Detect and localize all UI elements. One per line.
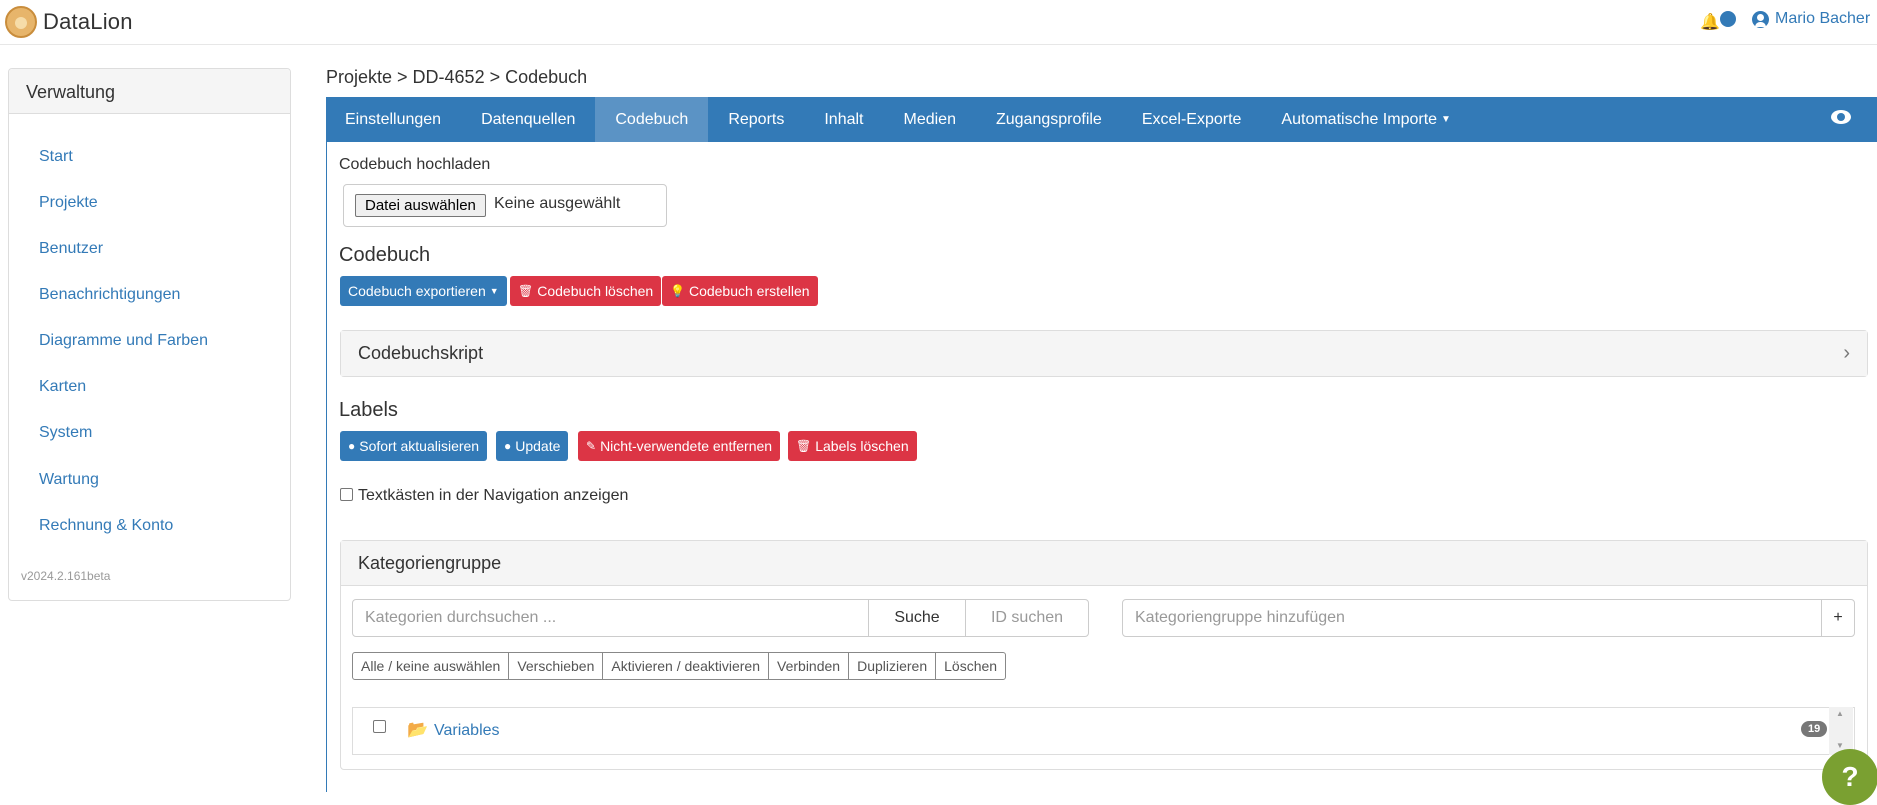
category-action-group: Alle / keine auswählen Verschieben Aktiv…	[352, 652, 1007, 680]
breadcrumb: Projekte > DD-4652 > Codebuch	[326, 67, 588, 87]
sidebar-item-start[interactable]: Start	[39, 148, 73, 166]
top-bar: DataLion 🔔 Mario Bacher ▼	[0, 0, 1877, 45]
user-name: Mario Bacher	[1775, 10, 1871, 27]
codebuchskript-title: Codebuchskript	[358, 343, 484, 363]
scroll-down-icon[interactable]: ▼	[1836, 741, 1844, 750]
codebuch-create-label: Codebuch erstellen	[688, 283, 810, 299]
lion-logo-icon	[5, 6, 37, 38]
sidebar-item-benachrichtigungen[interactable]: Benachrichtigungen	[39, 286, 180, 304]
choose-file-button[interactable]: Datei auswählen	[355, 194, 486, 217]
labels-remove-unused-button[interactable]: ✎ Nicht-verwendete entfernen	[578, 431, 781, 461]
labels-delete-button[interactable]: 🗑 Labels löschen	[788, 431, 917, 461]
codebuch-create-button[interactable]: 💡 Codebuch erstellen	[662, 276, 818, 306]
duplicate-button[interactable]: Duplizieren	[848, 652, 937, 680]
scroll-up-icon[interactable]: ▲	[1836, 709, 1844, 718]
sidebar-item-wartung[interactable]: Wartung	[39, 471, 99, 489]
labels-refresh-now-button[interactable]: ● Sofort aktualisieren	[340, 431, 488, 461]
merge-button[interactable]: Verbinden	[768, 652, 850, 680]
upload-label: Codebuch hochladen	[339, 156, 491, 173]
move-button[interactable]: Verschieben	[508, 652, 604, 680]
labels-delete-label: Labels löschen	[815, 438, 909, 454]
select-all-button[interactable]: Alle / keine auswählen	[352, 652, 510, 680]
caret-down-icon: ▼	[489, 286, 499, 296]
codebuch-export-label: Codebuch exportieren	[348, 283, 486, 299]
main-content: Codebuch hochladen Datei auswählen Keine…	[326, 142, 1877, 792]
notification-dot-icon[interactable]	[1720, 11, 1736, 27]
tag-icon: ●	[348, 439, 356, 453]
add-category-group-input[interactable]: Kategoriengruppe hinzufügen	[1122, 599, 1822, 637]
search-button[interactable]: Suche	[868, 599, 966, 637]
user-menu[interactable]: Mario Bacher ▼	[1752, 10, 1877, 28]
tab-medien[interactable]: Medien	[884, 97, 976, 142]
row-scrollbar[interactable]: ▲ ▼	[1829, 707, 1853, 755]
tab-automatische-importe[interactable]: Automatische Importe ▼	[1261, 97, 1471, 142]
toggle-active-button[interactable]: Aktivieren / deaktivieren	[602, 652, 770, 680]
chevron-right-icon: ›	[1843, 342, 1850, 364]
sidebar-item-system[interactable]: System	[39, 424, 92, 442]
textbox-nav-label: Textkästen in der Navigation anzeigen	[358, 487, 629, 504]
tab-inhalt[interactable]: Inhalt	[804, 97, 883, 142]
add-category-group-button[interactable]: +	[1821, 599, 1855, 637]
category-search-input[interactable]: Kategorien durchsuchen ...	[352, 599, 869, 637]
sidebar-item-projekte[interactable]: Projekte	[39, 194, 98, 212]
sidebar: Verwaltung Start Projekte Benutzer Benac…	[8, 68, 291, 601]
id-search-button[interactable]: ID suchen	[965, 599, 1089, 637]
tab-einstellungen[interactable]: Einstellungen	[326, 97, 461, 142]
project-tabs: Einstellungen Datenquellen Codebuch Repo…	[326, 97, 1877, 142]
bell-icon[interactable]: 🔔	[1700, 12, 1720, 32]
help-button[interactable]: ?	[1822, 749, 1877, 805]
trash-icon: 🗑	[518, 284, 534, 298]
file-status: Keine ausgewählt	[494, 195, 621, 212]
labels-update-button[interactable]: ● Update	[496, 431, 569, 461]
codebuch-delete-label: Codebuch löschen	[537, 283, 654, 299]
labels-heading: Labels	[339, 399, 398, 421]
tab-codebuch[interactable]: Codebuch	[595, 97, 709, 142]
category-group-row[interactable]: 📂 Variables 19	[352, 707, 1855, 755]
sidebar-item-karten[interactable]: Karten	[39, 378, 86, 396]
row-checkbox[interactable]	[373, 720, 386, 733]
version-label: v2024.2.161beta	[21, 569, 111, 583]
category-group-name[interactable]: Variables	[434, 722, 500, 740]
sidebar-item-rechnung[interactable]: Rechnung & Konto	[39, 517, 173, 535]
codebuch-delete-button[interactable]: 🗑 Codebuch löschen	[510, 276, 662, 306]
app-logo[interactable]: DataLion	[5, 5, 133, 39]
caret-down-icon: ▼	[1441, 114, 1451, 125]
folder-open-icon: 📂	[407, 720, 429, 739]
sidebar-item-diagramme[interactable]: Diagramme und Farben	[39, 332, 208, 350]
textbox-nav-checkbox[interactable]	[340, 488, 353, 501]
labels-update-label: Update	[515, 438, 561, 454]
tab-excel-exporte[interactable]: Excel-Exporte	[1122, 97, 1262, 142]
trash-icon: 🗑	[796, 439, 812, 453]
delete-button[interactable]: Löschen	[935, 652, 1007, 680]
lightbulb-icon: 💡	[670, 284, 685, 298]
sidebar-item-benutzer[interactable]: Benutzer	[39, 240, 103, 258]
tab-automatische-importe-label: Automatische Importe	[1281, 110, 1438, 128]
codebuch-heading: Codebuch	[339, 244, 431, 266]
eye-icon[interactable]	[1831, 110, 1851, 124]
tab-zugangsprofile[interactable]: Zugangsprofile	[976, 97, 1122, 142]
count-badge: 19	[1801, 721, 1828, 737]
codebuch-export-button[interactable]: Codebuch exportieren ▼	[340, 276, 507, 306]
tab-reports[interactable]: Reports	[708, 97, 804, 142]
tab-datenquellen[interactable]: Datenquellen	[461, 97, 595, 142]
file-upload-field[interactable]: Datei auswählen Keine ausgewählt	[343, 184, 667, 227]
labels-remove-unused-label: Nicht-verwendete entfernen	[600, 438, 773, 454]
tag-icon: ●	[504, 439, 512, 453]
codebuchskript-panel[interactable]: Codebuchskript ›	[340, 330, 1868, 377]
sidebar-title: Verwaltung	[9, 69, 290, 114]
kategoriengruppe-title: Kategoriengruppe	[358, 552, 502, 573]
user-circle-icon	[1752, 10, 1769, 28]
brush-icon: ✎	[586, 439, 597, 453]
app-name: DataLion	[43, 9, 133, 34]
labels-refresh-now-label: Sofort aktualisieren	[359, 438, 480, 454]
